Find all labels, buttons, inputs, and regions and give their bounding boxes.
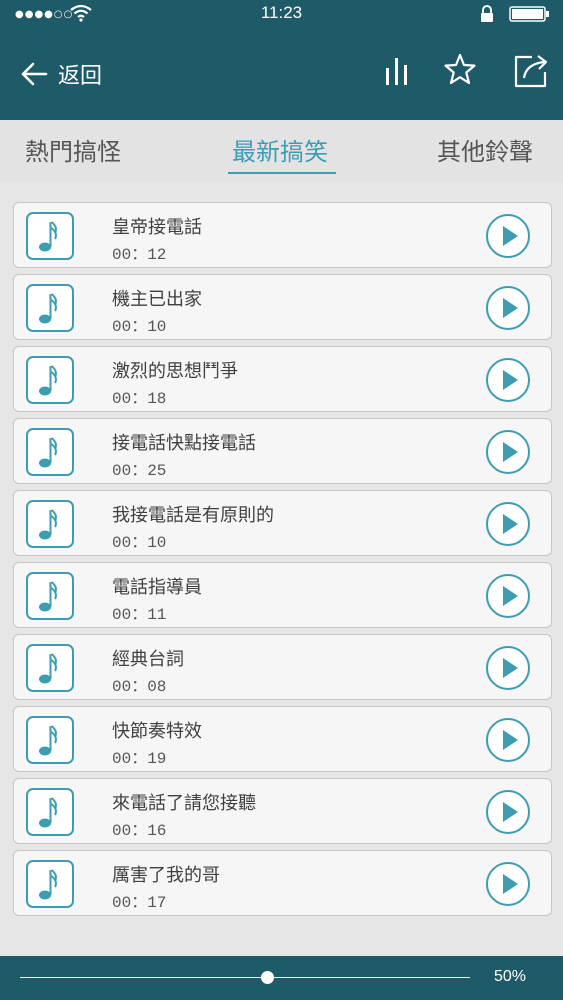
battery-icon bbox=[509, 6, 549, 22]
play-icon[interactable] bbox=[485, 285, 531, 331]
top-header: ●●●●○○ 11:23 返回 bbox=[0, 0, 563, 120]
tab-hot[interactable]: 熱門搞怪 bbox=[25, 132, 121, 167]
ringtone-row[interactable]: 來電話了請您接聽 00：16 bbox=[13, 778, 552, 844]
ringtone-duration: 00：11 bbox=[112, 606, 167, 624]
ringtone-duration: 00：10 bbox=[112, 318, 167, 336]
back-label: 返回 bbox=[58, 64, 103, 89]
ringtone-title: 快節奏特效 bbox=[112, 721, 202, 742]
play-icon[interactable] bbox=[485, 861, 531, 907]
ringtone-list: 皇帝接電話 00：12 機主已出家 00：10 激烈的思想鬥爭 00：18 接電話快點接電話… bbox=[13, 202, 552, 922]
volume-slider-track[interactable] bbox=[20, 977, 470, 978]
music-note-icon bbox=[26, 716, 74, 764]
music-note-icon bbox=[26, 284, 74, 332]
ringtone-duration: 00：16 bbox=[112, 822, 167, 840]
status-bar: ●●●●○○ 11:23 bbox=[0, 0, 563, 28]
tab-latest[interactable]: 最新搞笑 bbox=[232, 132, 328, 167]
ringtone-title: 我接電話是有原則的 bbox=[112, 505, 274, 526]
ringtone-row[interactable]: 皇帝接電話 00：12 bbox=[13, 202, 552, 268]
ringtone-duration: 00：08 bbox=[112, 678, 167, 696]
ringtone-title: 機主已出家 bbox=[112, 289, 202, 310]
ringtone-row[interactable]: 快節奏特效 00：19 bbox=[13, 706, 552, 772]
play-icon[interactable] bbox=[485, 501, 531, 547]
play-icon[interactable] bbox=[485, 645, 531, 691]
ringtone-title: 來電話了請您接聽 bbox=[112, 793, 256, 814]
ringtone-duration: 00：25 bbox=[112, 462, 167, 480]
play-icon[interactable] bbox=[485, 789, 531, 835]
status-time: 11:23 bbox=[260, 3, 303, 22]
play-icon[interactable] bbox=[485, 717, 531, 763]
lock-icon bbox=[481, 5, 493, 22]
ringtone-row[interactable]: 接電話快點接電話 00：25 bbox=[13, 418, 552, 484]
share-icon[interactable] bbox=[512, 52, 550, 88]
play-icon[interactable] bbox=[485, 213, 531, 259]
back-button[interactable]: 返回 bbox=[20, 56, 102, 92]
back-arrow-icon bbox=[21, 62, 48, 86]
star-icon[interactable] bbox=[443, 52, 477, 88]
ringtone-duration: 00：19 bbox=[112, 750, 167, 768]
ringtone-duration: 00：10 bbox=[112, 534, 167, 552]
ringtone-row[interactable]: 電話指導員 00：11 bbox=[13, 562, 552, 628]
ringtone-duration: 00：18 bbox=[112, 390, 167, 408]
ringtone-row[interactable]: 機主已出家 00：10 bbox=[13, 274, 552, 340]
volume-slider-thumb[interactable] bbox=[260, 971, 274, 984]
equalizer-icon[interactable] bbox=[384, 52, 410, 88]
active-tab-indicator bbox=[228, 172, 336, 174]
ringtone-duration: 00：12 bbox=[112, 246, 167, 264]
ringtone-row[interactable]: 厲害了我的哥 00：17 bbox=[13, 850, 552, 916]
play-icon[interactable] bbox=[485, 573, 531, 619]
play-icon[interactable] bbox=[485, 357, 531, 403]
ringtone-title: 經典台詞 bbox=[112, 649, 184, 670]
ringtone-row[interactable]: 經典台詞 00：08 bbox=[13, 634, 552, 700]
music-note-icon bbox=[26, 788, 74, 836]
music-note-icon bbox=[26, 356, 74, 404]
ringtone-title: 電話指導員 bbox=[112, 577, 202, 598]
music-note-icon bbox=[26, 500, 74, 548]
ringtone-row[interactable]: 我接電話是有原則的 00：10 bbox=[13, 490, 552, 556]
music-note-icon bbox=[26, 644, 74, 692]
ringtone-title: 接電話快點接電話 bbox=[112, 433, 256, 454]
music-note-icon bbox=[26, 860, 74, 908]
music-note-icon bbox=[26, 572, 74, 620]
volume-label: 50% bbox=[494, 968, 527, 985]
ringtone-title: 厲害了我的哥 bbox=[112, 865, 220, 886]
tab-other[interactable]: 其他鈴聲 bbox=[437, 132, 533, 167]
ringtone-title: 激烈的思想鬥爭 bbox=[112, 361, 238, 382]
volume-bar: 50% bbox=[0, 956, 563, 1000]
ringtone-duration: 00：17 bbox=[112, 894, 167, 912]
music-note-icon bbox=[26, 212, 74, 260]
play-icon[interactable] bbox=[485, 429, 531, 475]
ringtone-row[interactable]: 激烈的思想鬥爭 00：18 bbox=[13, 346, 552, 412]
ringtone-title: 皇帝接電話 bbox=[112, 217, 202, 238]
music-note-icon bbox=[26, 428, 74, 476]
